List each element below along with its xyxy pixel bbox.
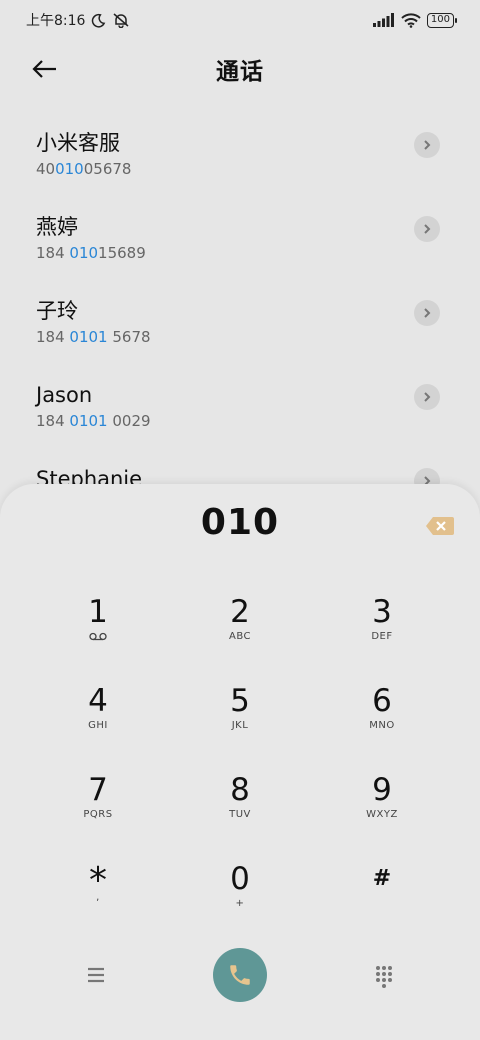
key-1[interactable]: 1: [27, 594, 169, 683]
dialer-sheet: 010 1 2 ABC 3 DEF 4 GHI 5 JKL 6 MNO 7 PQ…: [0, 484, 480, 1040]
back-button[interactable]: [28, 54, 62, 84]
contact-name: 子玲: [36, 299, 78, 323]
key-hash[interactable]: #: [311, 861, 453, 950]
contact-list: 小米客服 4001005678 燕婷 184 01015689 子玲 184 0…: [0, 116, 480, 536]
key-5[interactable]: 5 JKL: [169, 683, 311, 772]
chevron-right-icon: [424, 224, 431, 234]
key-3[interactable]: 3 DEF: [311, 594, 453, 683]
contact-detail-button[interactable]: [414, 384, 440, 410]
number-match: 010: [69, 244, 99, 262]
key-star[interactable]: * ,: [27, 861, 169, 950]
key-9[interactable]: 9 WXYZ: [311, 772, 453, 861]
dialer-actions: [0, 948, 480, 1004]
contact-item[interactable]: 燕婷 184 01015689: [0, 200, 480, 284]
battery-indicator: 100: [426, 12, 458, 28]
status-time: 上午8:16: [26, 13, 86, 29]
chevron-right-icon: [424, 392, 431, 402]
contact-name: 燕婷: [36, 215, 78, 239]
key-0[interactable]: 0 +: [169, 861, 311, 950]
contact-item[interactable]: 小米客服 4001005678: [0, 116, 480, 200]
contact-name: Jason: [36, 383, 93, 407]
contact-detail-button[interactable]: [414, 300, 440, 326]
menu-button[interactable]: [85, 964, 107, 986]
key-7[interactable]: 7 PQRS: [27, 772, 169, 861]
page-title: 通话: [216, 59, 264, 85]
contact-detail-button[interactable]: [414, 216, 440, 242]
contact-number: 4001005678: [36, 160, 132, 178]
voicemail-icon: [89, 632, 107, 641]
contact-name: 小米客服: [36, 131, 120, 155]
dialpad-icon: [376, 966, 392, 988]
chevron-right-icon: [424, 140, 431, 150]
contact-number: 184 0101 0029: [36, 412, 151, 430]
phone-icon: [230, 965, 250, 985]
backspace-icon: [426, 517, 454, 535]
dialed-number: 010: [200, 502, 280, 543]
key-4[interactable]: 4 GHI: [27, 683, 169, 772]
signal-icon: [372, 13, 394, 27]
mute-bell-icon: [113, 13, 129, 28]
contact-item[interactable]: 子玲 184 0101 5678: [0, 284, 480, 368]
key-2[interactable]: 2 ABC: [169, 594, 311, 683]
keypad: 1 2 ABC 3 DEF 4 GHI 5 JKL 6 MNO 7 PQRS 8…: [27, 594, 453, 950]
backspace-button[interactable]: [424, 514, 456, 538]
contact-number: 184 0101 5678: [36, 328, 151, 346]
status-bar: 上午8:16 100: [0, 0, 480, 40]
header: 通话: [0, 44, 480, 94]
key-6[interactable]: 6 MNO: [311, 683, 453, 772]
call-button[interactable]: [213, 948, 267, 1002]
number-match: 010: [55, 160, 84, 178]
key-8[interactable]: 8 TUV: [169, 772, 311, 861]
number-match: 0101: [69, 412, 108, 430]
menu-icon: [88, 967, 104, 983]
contact-detail-button[interactable]: [414, 132, 440, 158]
wifi-icon: [401, 12, 421, 28]
number-match: 0101: [69, 328, 108, 346]
chevron-right-icon: [424, 308, 431, 318]
keypad-toggle-button[interactable]: [374, 964, 394, 988]
moon-icon: [92, 13, 106, 27]
back-arrow-icon: [32, 60, 56, 78]
contact-number: 184 01015689: [36, 244, 146, 262]
contact-item[interactable]: Jason 184 0101 0029: [0, 368, 480, 452]
